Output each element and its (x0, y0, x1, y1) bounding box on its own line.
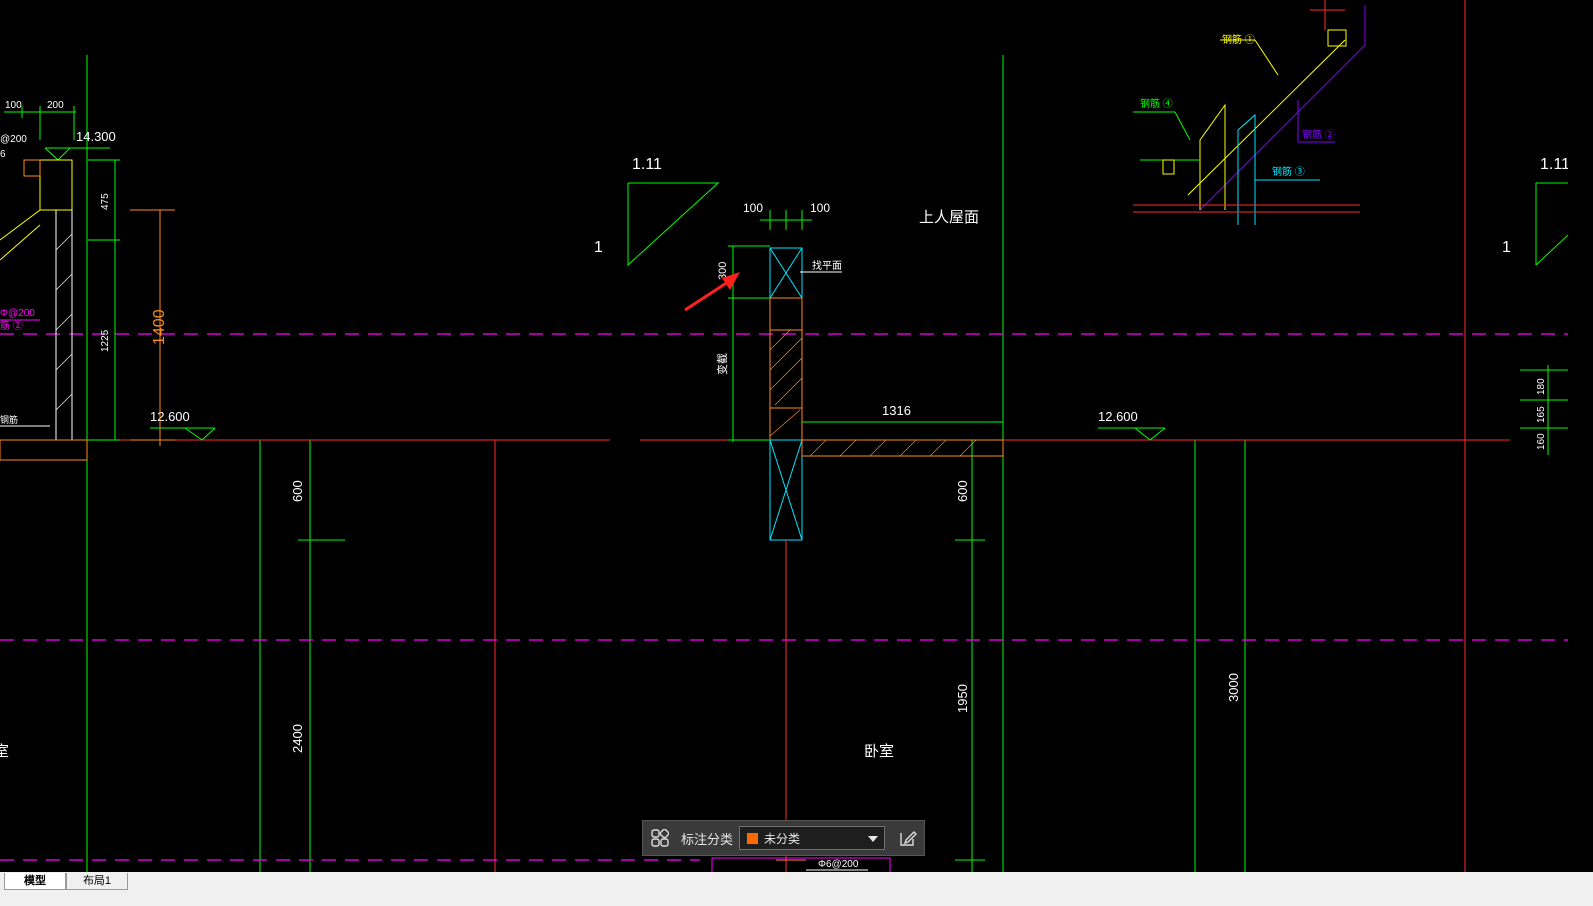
dim-parapet-right: 100 (810, 201, 830, 215)
left-dim-475: 475 (100, 193, 111, 210)
left-rebar-mid: Φ@200 (0, 308, 35, 319)
tab-model[interactable]: 模型 (4, 873, 66, 890)
rebar-label-1: 钢筋 ① (1222, 33, 1255, 46)
label-left-vertical: 变截 (715, 353, 729, 375)
left-room-partial: 室 (0, 743, 9, 760)
edit-icon[interactable] (893, 823, 923, 853)
axis-lines (86, 55, 1246, 888)
left-dim-1225: 1225 (100, 329, 111, 352)
annotation-category-label: 标注分类 (681, 831, 734, 847)
annotation-category-value: 未分类 (764, 831, 801, 846)
roof-slab (801, 421, 1004, 457)
elevation-marks (150, 427, 1166, 441)
slope-indicator-right (1535, 182, 1568, 266)
label-bottom-rebar: Φ6@200 (818, 859, 859, 870)
dim-span: 1316 (882, 403, 911, 418)
right-dim-160: 160 (1536, 433, 1547, 450)
right-dim-165: 165 (1536, 406, 1547, 423)
chevron-down-icon (868, 836, 879, 842)
left-elev-top: 14.300 (76, 129, 116, 144)
tab-layout1[interactable]: 布局1 (66, 873, 128, 890)
label-bedroom: 卧室 (864, 743, 894, 760)
left-dim-1400: 1400 (151, 309, 168, 345)
rebar-label-2: 钢筋 ② (1302, 128, 1335, 141)
elev-right: 12.600 (1098, 409, 1138, 424)
rebar-label-4: 钢筋 ④ (1140, 97, 1173, 110)
elev-left: 12.600 (150, 409, 190, 424)
left-dim-b: 200 (47, 100, 64, 111)
slope-label-side-right: 1 (1502, 239, 1511, 256)
red-arrow-icon (684, 272, 740, 312)
dim-col3: 3000 (1226, 673, 1241, 702)
layout-tab-bar (0, 872, 1593, 906)
slope-label-top: 1.11 (632, 156, 662, 173)
dim-col2-lower: 1950 (955, 684, 970, 713)
dim-col2-upper: 600 (955, 480, 970, 502)
rebar-label-3: 钢筋 ③ (1272, 165, 1305, 178)
label-roof: 上人屋面 (919, 209, 979, 226)
left-rebar-top2: 6 (0, 149, 6, 160)
cad-drawing-canvas[interactable]: 1.11 1 1.11 1 100 100 300 变截 找平面 上人屋面 13… (0, 0, 1568, 888)
dim-parapet-left: 100 (743, 201, 763, 215)
category-color-swatch (746, 831, 760, 845)
vertical-scroll-area[interactable] (1568, 0, 1593, 888)
dim-col1-lower: 2400 (290, 724, 305, 753)
annotation-category-select[interactable]: 未分类 (739, 826, 886, 850)
hidden-lines (0, 333, 1568, 861)
parapet-column[interactable] (769, 247, 803, 888)
annotation-toolbar: 标注分类 未分类 (642, 820, 925, 856)
right-dim-180: 180 (1536, 378, 1547, 395)
slope-label-top-right: 1.11 (1540, 156, 1568, 173)
slope-label-side: 1 (594, 239, 603, 256)
floor-line (0, 0, 1510, 888)
slope-indicator-left (627, 182, 720, 267)
grid-icon[interactable] (643, 821, 677, 855)
rebar-detail (1133, 0, 1366, 225)
dim-col1-upper: 600 (290, 480, 305, 502)
left-rebar-mid2: 筋 ② (0, 319, 23, 332)
label-waterproof: 找平面 (812, 259, 842, 272)
left-rebar-low: 钢筋 (0, 414, 18, 425)
left-rebar-top: @200 (0, 134, 27, 145)
left-dim-a: 100 (5, 100, 22, 111)
